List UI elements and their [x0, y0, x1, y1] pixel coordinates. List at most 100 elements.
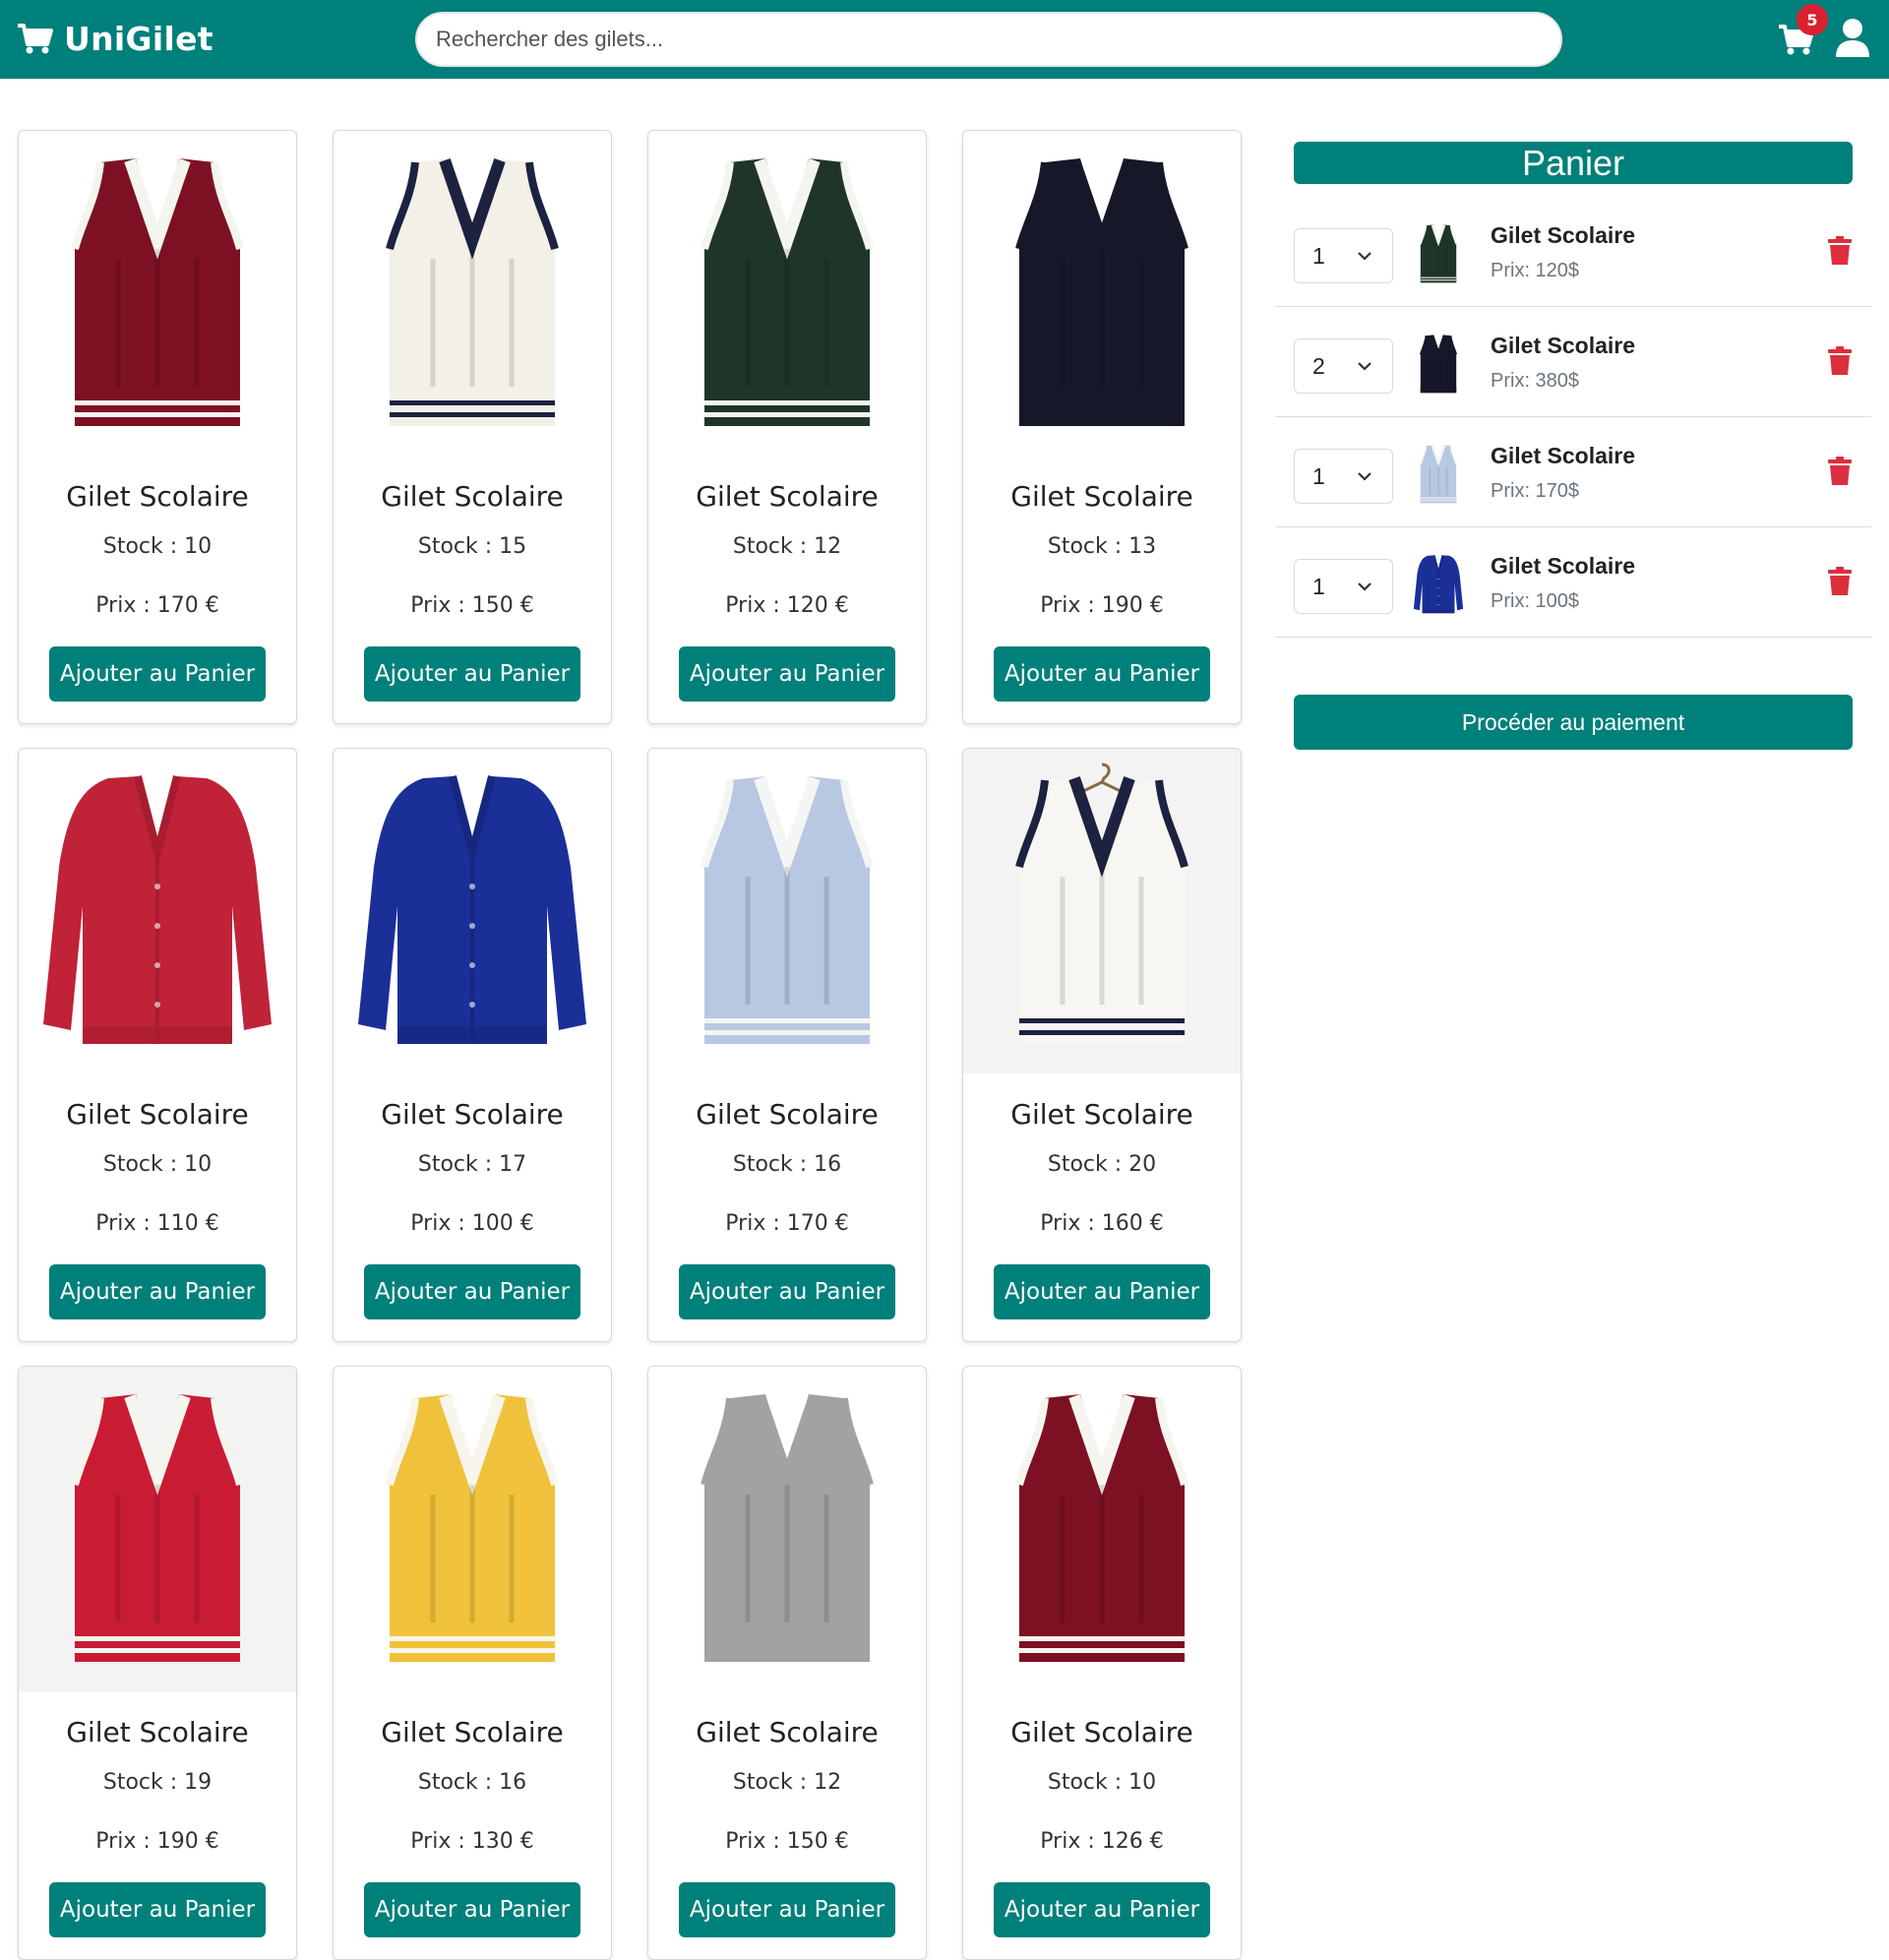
cart-item-name: Gilet Scolaire — [1491, 222, 1636, 248]
add-to-cart-button[interactable]: Ajouter au Panier — [994, 646, 1210, 702]
add-to-cart-button[interactable]: Ajouter au Panier — [994, 1882, 1210, 1937]
quantity-select[interactable]: 1 — [1294, 228, 1393, 283]
product-card: Gilet Scolaire Stock : 15 Prix : 150 € Ajou… — [333, 130, 612, 724]
product-card: Gilet Scolaire Stock : 17 Prix : 100 € Ajou… — [333, 748, 612, 1342]
quantity-value: 1 — [1312, 242, 1325, 269]
quantity-value: 2 — [1312, 352, 1325, 379]
product-image[interactable] — [963, 1367, 1241, 1691]
product-card: Gilet Scolaire Stock : 20 Prix : 160 € Ajou… — [962, 748, 1242, 1342]
quantity-select[interactable]: 2 — [1294, 338, 1393, 394]
product-card: Gilet Scolaire Stock : 12 Prix : 120 € Ajou… — [647, 130, 927, 724]
cart-item: 1 Gilet Scolaire Prix: 100$ — [1275, 527, 1871, 638]
chevron-down-icon — [1358, 472, 1371, 481]
product-card: Gilet Scolaire Stock : 10 Prix : 170 € Ajou… — [18, 130, 297, 724]
product-name: Gilet Scolaire — [66, 1716, 249, 1748]
search-input[interactable] — [415, 12, 1562, 67]
garment-thumbnail — [1419, 445, 1458, 504]
add-to-cart-button[interactable]: Ajouter au Panier — [49, 1882, 266, 1937]
product-name: Gilet Scolaire — [66, 1098, 249, 1131]
product-name: Gilet Scolaire — [381, 1716, 564, 1748]
trash-icon[interactable] — [1827, 236, 1853, 266]
garment-image — [71, 1394, 244, 1662]
product-image[interactable] — [334, 749, 611, 1073]
product-price: Prix : 130 € — [410, 1829, 534, 1854]
cart-item-price: Prix: 170$ — [1491, 480, 1580, 502]
product-name: Gilet Scolaire — [696, 480, 879, 513]
product-name: Gilet Scolaire — [381, 480, 564, 513]
cart-item-price: Prix: 100$ — [1491, 590, 1580, 612]
quantity-value: 1 — [1312, 462, 1325, 489]
product-image[interactable] — [334, 1367, 611, 1691]
garment-thumbnail — [1419, 335, 1458, 394]
garment-thumbnail — [1413, 555, 1464, 614]
product-image[interactable] — [334, 131, 611, 456]
garment-image — [71, 158, 244, 426]
product-price: Prix : 120 € — [725, 593, 849, 618]
chevron-down-icon — [1358, 362, 1371, 371]
garment-image — [701, 1394, 874, 1662]
product-image[interactable] — [19, 131, 296, 456]
garment-image — [1015, 763, 1188, 1044]
product-price: Prix : 190 € — [95, 1829, 219, 1854]
add-to-cart-button[interactable]: Ajouter au Panier — [679, 646, 895, 702]
cart-item-thumbnail — [1413, 216, 1464, 291]
product-stock: Stock : 20 — [1047, 1152, 1157, 1177]
product-stock: Stock : 10 — [102, 1152, 213, 1177]
product-price: Prix : 126 € — [1040, 1829, 1164, 1854]
user-account-button[interactable] — [1834, 18, 1871, 59]
add-to-cart-button[interactable]: Ajouter au Panier — [49, 1264, 266, 1319]
product-stock: Stock : 12 — [732, 1770, 842, 1795]
product-image[interactable] — [19, 1367, 296, 1691]
product-name: Gilet Scolaire — [1010, 1716, 1193, 1748]
brand-name: UniGilet — [64, 20, 213, 58]
add-to-cart-button[interactable]: Ajouter au Panier — [994, 1264, 1210, 1319]
quantity-select[interactable]: 1 — [1294, 449, 1393, 504]
chevron-down-icon — [1358, 252, 1371, 261]
garment-image — [43, 774, 272, 1044]
chevron-down-icon — [1358, 582, 1371, 591]
product-card: Gilet Scolaire Stock : 16 Prix : 170 € Ajou… — [647, 748, 927, 1342]
product-image[interactable] — [963, 749, 1241, 1073]
shopping-cart-icon — [18, 23, 53, 53]
garment-thumbnail — [1419, 224, 1458, 283]
brand-logo[interactable]: UniGilet — [17, 20, 213, 58]
quantity-select[interactable]: 1 — [1294, 559, 1393, 614]
product-stock: Stock : 13 — [1047, 534, 1157, 559]
add-to-cart-button[interactable]: Ajouter au Panier — [49, 646, 266, 702]
cart-item-thumbnail — [1413, 327, 1464, 401]
garment-image — [1015, 158, 1188, 426]
product-stock: Stock : 10 — [1047, 1770, 1157, 1795]
product-image[interactable] — [648, 749, 926, 1073]
add-to-cart-button[interactable]: Ajouter au Panier — [364, 646, 580, 702]
add-to-cart-button[interactable]: Ajouter au Panier — [679, 1882, 895, 1937]
trash-icon[interactable] — [1827, 567, 1853, 596]
product-image[interactable] — [19, 749, 296, 1073]
garment-image — [386, 1394, 559, 1662]
add-to-cart-button[interactable]: Ajouter au Panier — [364, 1264, 580, 1319]
cart-item: 1 Gilet Scolaire Prix: 170$ — [1275, 417, 1871, 527]
cart-item-name: Gilet Scolaire — [1491, 443, 1636, 468]
product-image[interactable] — [963, 131, 1241, 456]
add-to-cart-button[interactable]: Ajouter au Panier — [364, 1882, 580, 1937]
product-price: Prix : 190 € — [1040, 593, 1164, 618]
checkout-button[interactable]: Procéder au paiement — [1294, 695, 1853, 750]
trash-icon[interactable] — [1827, 346, 1853, 376]
product-card: Gilet Scolaire Stock : 10 Prix : 126 € Ajou… — [962, 1366, 1242, 1960]
product-name: Gilet Scolaire — [381, 1098, 564, 1131]
trash-icon[interactable] — [1827, 457, 1853, 486]
product-image[interactable] — [648, 131, 926, 456]
quantity-value: 1 — [1312, 573, 1325, 599]
garment-image — [701, 776, 874, 1044]
product-price: Prix : 100 € — [410, 1211, 534, 1236]
cart-item-name: Gilet Scolaire — [1491, 553, 1636, 579]
product-price: Prix : 110 € — [95, 1211, 219, 1236]
add-to-cart-button[interactable]: Ajouter au Panier — [679, 1264, 895, 1319]
product-card: Gilet Scolaire Stock : 16 Prix : 130 € Ajou… — [333, 1366, 612, 1960]
garment-image — [386, 158, 559, 426]
product-price: Prix : 160 € — [1040, 1211, 1164, 1236]
product-image[interactable] — [648, 1367, 926, 1691]
product-card: Gilet Scolaire Stock : 12 Prix : 150 € Ajou… — [647, 1366, 927, 1960]
product-name: Gilet Scolaire — [1010, 1098, 1193, 1131]
product-name: Gilet Scolaire — [66, 480, 249, 513]
cart-item-price: Prix: 120$ — [1491, 260, 1580, 281]
